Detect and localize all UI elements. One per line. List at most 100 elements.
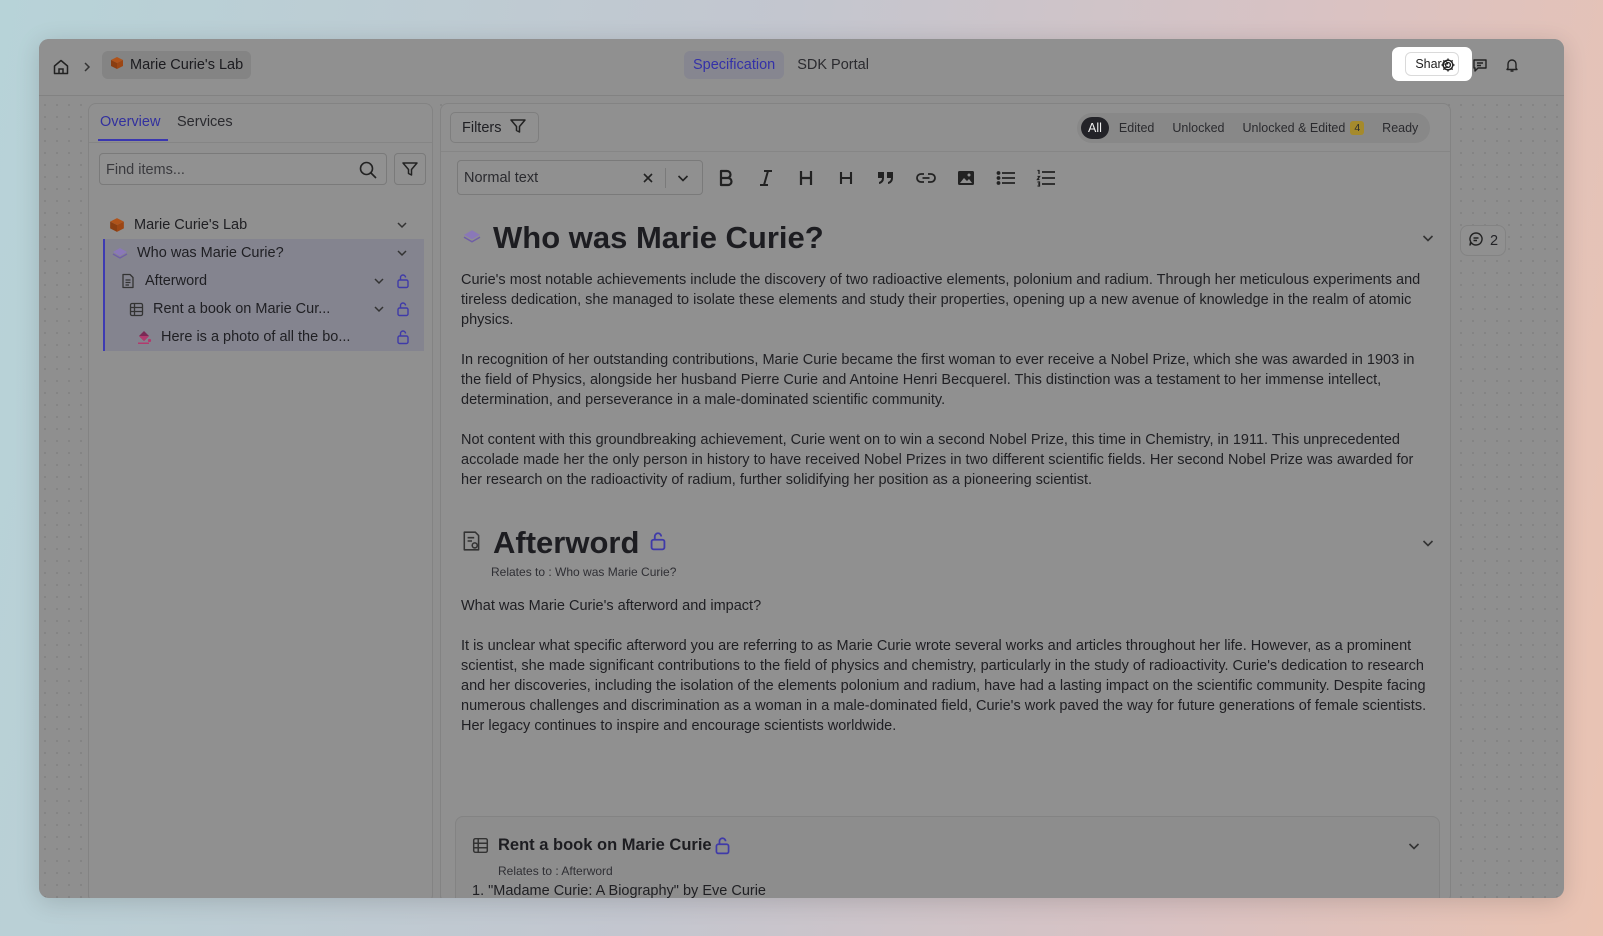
tree-group: Who was Marie Curie? Afterword Rent a bo… [103, 239, 424, 351]
numbered-list-icon[interactable] [1034, 166, 1058, 190]
chevron-down-icon[interactable] [1420, 230, 1436, 246]
breadcrumb-project[interactable]: Marie Curie's Lab [102, 51, 252, 79]
status-filter-label: Unlocked & Edited [1242, 121, 1346, 135]
sidebar: Overview Services Marie Curie's Lab [88, 103, 433, 898]
quote-icon[interactable] [874, 166, 898, 190]
layers-icon [461, 228, 483, 249]
italic-icon[interactable] [754, 166, 778, 190]
unlock-icon[interactable] [396, 273, 410, 289]
text-style-value: Normal text [464, 170, 539, 186]
list-item[interactable]: 1. "Madame Curie: A Biography" by Eve Cu… [472, 881, 766, 898]
chevron-down-icon[interactable] [372, 274, 386, 288]
bullet-list-icon[interactable] [994, 166, 1018, 190]
document-icon [119, 272, 137, 290]
editor-panel: Filters All Edited Unlocked Unlocked & E… [440, 103, 1451, 898]
tree-item-label: Afterword [145, 273, 208, 289]
status-filter-all[interactable]: All [1081, 117, 1109, 139]
filter-icon[interactable] [394, 153, 426, 185]
center-tabs: Specification SDK Portal [684, 51, 878, 79]
chevron-down-icon[interactable] [1406, 838, 1422, 859]
cube-icon [108, 216, 126, 234]
tree-item-photo[interactable]: Here is a photo of all the bo... [105, 323, 424, 351]
tab-services[interactable]: Services [177, 114, 233, 130]
heading-2-icon[interactable] [834, 166, 858, 190]
app-window: Marie Curie's Lab Specification SDK Port… [39, 39, 1564, 898]
home-icon[interactable] [47, 53, 75, 81]
search-icon[interactable] [358, 160, 378, 180]
tree-item-rent[interactable]: Rent a book on Marie Cur... [105, 295, 424, 323]
filters-label: Filters [462, 119, 502, 136]
tree-item-label: Rent a book on Marie Cur... [153, 301, 331, 317]
top-bar: Marie Curie's Lab Specification SDK Port… [39, 39, 1564, 96]
search-input[interactable] [106, 160, 346, 180]
filter-icon [509, 117, 527, 139]
section-title[interactable]: Who was Marie Curie? [493, 220, 824, 256]
unlock-icon[interactable] [714, 835, 731, 861]
divider [441, 151, 1450, 152]
tab-overview[interactable]: Overview [100, 114, 160, 130]
relates-to: Relates to : Who was Marie Curie? [491, 565, 677, 579]
table-icon [127, 300, 145, 318]
gear-icon[interactable] [1438, 55, 1458, 75]
breadcrumb-chevron-icon [80, 59, 94, 75]
paragraph[interactable]: Not content with this groundbreaking ach… [461, 430, 1436, 490]
paragraph[interactable]: In recognition of her outstanding contri… [461, 350, 1436, 410]
section-heading: Afterword [461, 523, 1436, 563]
filters-button[interactable]: Filters [450, 112, 540, 143]
chevron-down-icon[interactable] [395, 218, 409, 232]
heading-1-icon[interactable] [794, 166, 818, 190]
section-title[interactable]: Rent a book on Marie Curie [498, 836, 712, 855]
paint-bucket-icon [135, 328, 153, 346]
cube-icon [110, 56, 124, 74]
section-heading: Who was Marie Curie? [461, 218, 1436, 258]
count-badge: 4 [1350, 121, 1365, 135]
table-icon [472, 837, 489, 859]
paragraph[interactable]: It is unclear what specific afterword yo… [461, 636, 1436, 736]
section-title[interactable]: Afterword [493, 525, 639, 561]
active-tab-indicator [98, 139, 168, 141]
rent-book-card: Rent a book on Marie Curie Relates to : … [455, 816, 1440, 898]
paragraph[interactable]: What was Marie Curie's afterword and imp… [461, 596, 1436, 616]
bell-icon[interactable] [1502, 55, 1522, 75]
tab-sdk-portal[interactable]: SDK Portal [788, 51, 878, 79]
close-icon[interactable] [640, 170, 656, 186]
document-content: Who was Marie Curie? Curie's most notabl… [461, 218, 1436, 736]
unlock-icon[interactable] [396, 301, 410, 317]
relates-to: Relates to : Afterword [498, 864, 613, 878]
status-filter-edited[interactable]: Edited [1111, 117, 1162, 139]
chevron-down-icon[interactable] [1420, 535, 1436, 551]
tree-item-afterword[interactable]: Afterword [105, 267, 424, 295]
divider [665, 168, 666, 188]
status-filter-unlocked-edited[interactable]: Unlocked & Edited 4 [1234, 117, 1372, 139]
status-filter-ready[interactable]: Ready [1374, 117, 1426, 139]
share-highlight: Share [1392, 47, 1472, 81]
image-icon[interactable] [954, 166, 978, 190]
tree: Marie Curie's Lab Who was Marie Curie? A… [103, 211, 424, 351]
comments-button[interactable]: 2 [1460, 225, 1506, 256]
chevron-down-icon[interactable] [675, 170, 691, 186]
layers-icon [111, 244, 129, 262]
tree-item-project[interactable]: Marie Curie's Lab [103, 211, 424, 239]
chevron-down-icon[interactable] [372, 302, 386, 316]
bold-icon[interactable] [714, 166, 738, 190]
paragraph[interactable]: Curie's most notable achievements includ… [461, 270, 1436, 330]
unlock-icon[interactable] [649, 530, 667, 557]
comment-count: 2 [1489, 232, 1499, 249]
search-box [99, 153, 387, 185]
status-filter-unlocked[interactable]: Unlocked [1164, 117, 1232, 139]
chevron-down-icon[interactable] [395, 246, 409, 260]
status-filter: All Edited Unlocked Unlocked & Edited 4 … [1077, 113, 1431, 143]
tree-item-label: Who was Marie Curie? [137, 245, 284, 261]
document-icon [461, 530, 483, 557]
tab-specification[interactable]: Specification [684, 51, 785, 79]
chat-icon[interactable] [1470, 55, 1490, 75]
text-style-select[interactable]: Normal text [457, 160, 703, 195]
unlock-icon[interactable] [396, 329, 410, 345]
tree-item-label: Marie Curie's Lab [134, 217, 248, 233]
comment-icon [1468, 231, 1484, 251]
tree-item-who[interactable]: Who was Marie Curie? [105, 239, 424, 267]
project-name: Marie Curie's Lab [130, 57, 244, 73]
tree-item-label: Here is a photo of all the bo... [161, 329, 351, 345]
sidebar-tabs: Overview Services [89, 104, 432, 143]
link-icon[interactable] [914, 166, 938, 190]
